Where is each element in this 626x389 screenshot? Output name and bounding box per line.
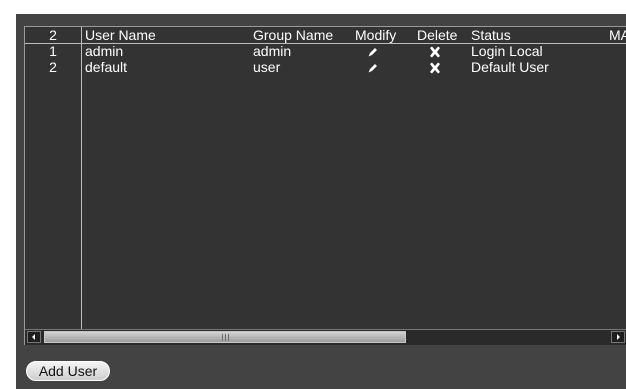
delete-button[interactable]	[428, 60, 446, 75]
header-index: 2	[49, 27, 57, 43]
row-user-name: admin	[85, 43, 124, 59]
modify-button[interactable]	[366, 44, 384, 59]
row-index: 2	[49, 59, 57, 75]
table-row[interactable]: 1 admin admin Login Local	[25, 44, 626, 59]
scrollbar-thumb[interactable]	[44, 331, 406, 343]
header-user-name[interactable]: User Name	[85, 28, 156, 43]
arrow-right-icon	[617, 334, 620, 340]
row-group-name: admin	[253, 43, 292, 59]
header-delete: Delete	[417, 27, 458, 43]
edit-icon[interactable]	[366, 45, 380, 59]
modify-button[interactable]	[366, 60, 384, 75]
add-user-button[interactable]: Add User	[26, 361, 110, 381]
grip-line	[228, 334, 229, 341]
horizontal-scrollbar[interactable]	[25, 329, 626, 345]
header-group-name[interactable]: Group Name	[253, 28, 333, 43]
row-index: 1	[49, 43, 57, 59]
scroll-left-button[interactable]	[27, 331, 41, 343]
user-table: 2 User Name Group Name Modify Delete Sta…	[24, 26, 626, 345]
delete-icon[interactable]	[428, 61, 442, 75]
row-status: Login Local	[471, 43, 543, 59]
table-header-row: 2 User Name Group Name Modify Delete Sta…	[25, 28, 626, 44]
row-group-name: user	[253, 59, 281, 75]
header-status[interactable]: Status	[471, 28, 511, 43]
grip-line	[222, 334, 223, 341]
scroll-right-button[interactable]	[611, 331, 625, 343]
header-modify: Modify	[355, 27, 397, 43]
row-status: Default User	[471, 59, 549, 75]
arrow-left-icon	[32, 334, 35, 340]
delete-icon[interactable]	[428, 45, 442, 59]
grip-line	[225, 334, 226, 341]
table-row[interactable]: 2 default user Default User	[25, 60, 626, 75]
header-mac[interactable]: MA	[609, 28, 626, 43]
row-user-name: default	[85, 59, 128, 75]
edit-icon[interactable]	[366, 61, 380, 75]
delete-button[interactable]	[428, 44, 446, 59]
